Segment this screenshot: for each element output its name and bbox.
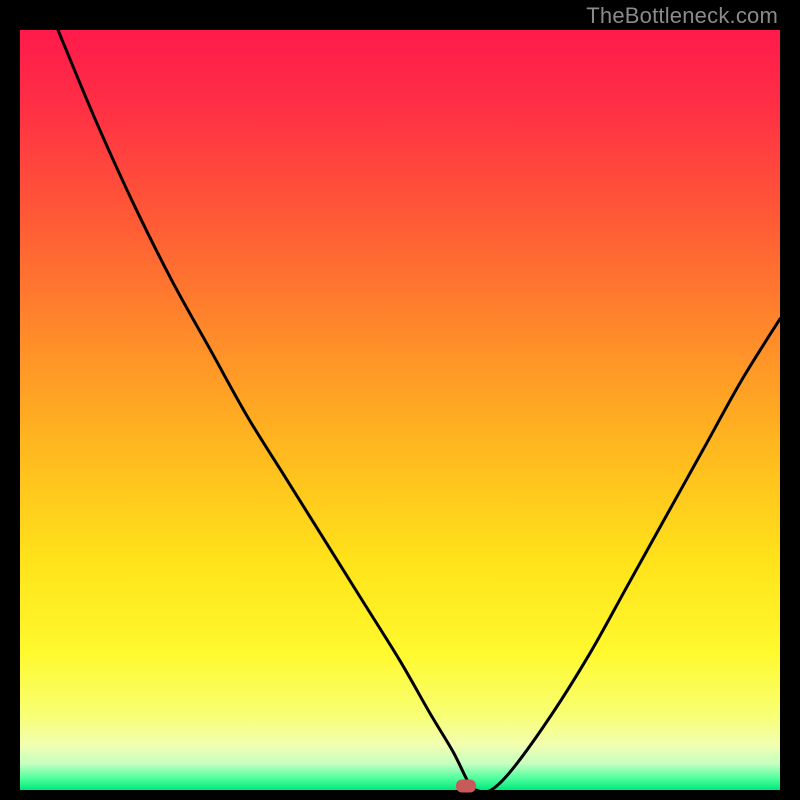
current-config-marker <box>456 780 476 793</box>
bottleneck-curve <box>20 30 780 790</box>
watermark-text: TheBottleneck.com <box>586 3 778 29</box>
chart-frame <box>20 30 780 790</box>
